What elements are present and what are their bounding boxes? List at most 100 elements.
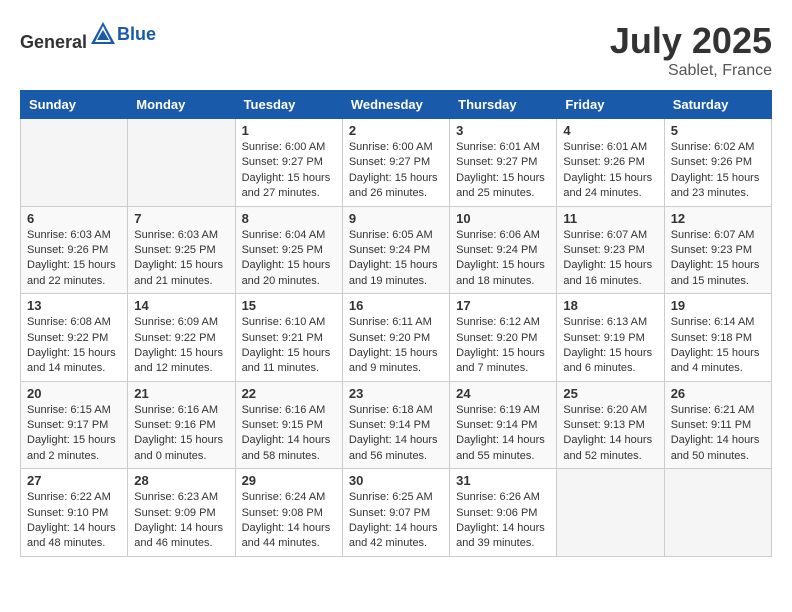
day-info: Sunrise: 6:23 AM Sunset: 9:09 PM Dayligh… bbox=[134, 490, 228, 552]
day-number: 12 bbox=[671, 211, 765, 226]
day-number: 18 bbox=[563, 298, 657, 313]
day-info: Sunrise: 6:24 AM Sunset: 9:08 PM Dayligh… bbox=[242, 490, 336, 552]
day-number: 16 bbox=[349, 298, 443, 313]
day-number: 26 bbox=[671, 386, 765, 401]
logo-general: General bbox=[20, 32, 87, 52]
day-number: 19 bbox=[671, 298, 765, 313]
day-info: Sunrise: 6:12 AM Sunset: 9:20 PM Dayligh… bbox=[456, 315, 550, 377]
weekday-thursday: Thursday bbox=[450, 91, 557, 119]
day-info: Sunrise: 6:15 AM Sunset: 9:17 PM Dayligh… bbox=[27, 403, 121, 465]
day-info: Sunrise: 6:20 AM Sunset: 9:13 PM Dayligh… bbox=[563, 403, 657, 465]
day-number: 7 bbox=[134, 211, 228, 226]
day-number: 1 bbox=[242, 123, 336, 138]
day-info: Sunrise: 6:16 AM Sunset: 9:15 PM Dayligh… bbox=[242, 403, 336, 465]
day-info: Sunrise: 6:07 AM Sunset: 9:23 PM Dayligh… bbox=[671, 228, 765, 290]
calendar-cell: 31 Sunrise: 6:26 AM Sunset: 9:06 PM Dayli… bbox=[450, 469, 557, 557]
week-row-4: 20 Sunrise: 6:15 AM Sunset: 9:17 PM Dayli… bbox=[21, 381, 772, 469]
day-info: Sunrise: 6:01 AM Sunset: 9:27 PM Dayligh… bbox=[456, 140, 550, 202]
logo-icon bbox=[89, 20, 117, 48]
calendar-cell: 4 Sunrise: 6:01 AM Sunset: 9:26 PM Daylig… bbox=[557, 119, 664, 207]
day-number: 10 bbox=[456, 211, 550, 226]
calendar-cell: 21Sunrise: 6:16 AM Sunset: 9:16 PM Dayli… bbox=[128, 381, 235, 469]
day-number: 14 bbox=[134, 298, 228, 313]
calendar-table: SundayMondayTuesdayWednesdayThursdayFrid… bbox=[20, 90, 772, 557]
calendar-cell: 25 Sunrise: 6:20 AM Sunset: 9:13 PM Dayli… bbox=[557, 381, 664, 469]
day-number: 8 bbox=[242, 211, 336, 226]
day-info: Sunrise: 6:10 AM Sunset: 9:21 PM Dayligh… bbox=[242, 315, 336, 377]
logo-general-text: General bbox=[20, 20, 117, 53]
day-number: 11 bbox=[563, 211, 657, 226]
week-row-2: 6 Sunrise: 6:03 AM Sunset: 9:26 PM Daylig… bbox=[21, 206, 772, 294]
calendar-cell bbox=[21, 119, 128, 207]
calendar-cell: 24Sunrise: 6:19 AM Sunset: 9:14 PM Dayli… bbox=[450, 381, 557, 469]
day-number: 25 bbox=[563, 386, 657, 401]
day-info: Sunrise: 6:03 AM Sunset: 9:25 PM Dayligh… bbox=[134, 228, 228, 290]
calendar-cell: 23Sunrise: 6:18 AM Sunset: 9:14 PM Dayli… bbox=[342, 381, 449, 469]
logo-blue: Blue bbox=[117, 24, 156, 45]
day-info: Sunrise: 6:26 AM Sunset: 9:06 PM Dayligh… bbox=[456, 490, 550, 552]
calendar-cell: 12 Sunrise: 6:07 AM Sunset: 9:23 PM Dayli… bbox=[664, 206, 771, 294]
weekday-friday: Friday bbox=[557, 91, 664, 119]
day-number: 2 bbox=[349, 123, 443, 138]
day-info: Sunrise: 6:09 AM Sunset: 9:22 PM Dayligh… bbox=[134, 315, 228, 377]
day-info: Sunrise: 6:06 AM Sunset: 9:24 PM Dayligh… bbox=[456, 228, 550, 290]
day-number: 5 bbox=[671, 123, 765, 138]
day-number: 29 bbox=[242, 473, 336, 488]
day-number: 15 bbox=[242, 298, 336, 313]
day-info: Sunrise: 6:00 AM Sunset: 9:27 PM Dayligh… bbox=[242, 140, 336, 202]
calendar-cell: 2Sunrise: 6:00 AM Sunset: 9:27 PM Daylig… bbox=[342, 119, 449, 207]
calendar-cell: 29 Sunrise: 6:24 AM Sunset: 9:08 PM Dayli… bbox=[235, 469, 342, 557]
calendar-cell: 20 Sunrise: 6:15 AM Sunset: 9:17 PM Dayli… bbox=[21, 381, 128, 469]
calendar-cell: 17 Sunrise: 6:12 AM Sunset: 9:20 PM Dayli… bbox=[450, 294, 557, 382]
day-info: Sunrise: 6:01 AM Sunset: 9:26 PM Dayligh… bbox=[563, 140, 657, 202]
day-info: Sunrise: 6:03 AM Sunset: 9:26 PM Dayligh… bbox=[27, 228, 121, 290]
day-info: Sunrise: 6:07 AM Sunset: 9:23 PM Dayligh… bbox=[563, 228, 657, 290]
weekday-sunday: Sunday bbox=[21, 91, 128, 119]
calendar-cell bbox=[664, 469, 771, 557]
calendar-cell: 27Sunrise: 6:22 AM Sunset: 9:10 PM Dayli… bbox=[21, 469, 128, 557]
day-info: Sunrise: 6:02 AM Sunset: 9:26 PM Dayligh… bbox=[671, 140, 765, 202]
calendar-cell: 8 Sunrise: 6:04 AM Sunset: 9:25 PM Daylig… bbox=[235, 206, 342, 294]
calendar-cell: 15 Sunrise: 6:10 AM Sunset: 9:21 PM Dayli… bbox=[235, 294, 342, 382]
day-number: 3 bbox=[456, 123, 550, 138]
day-number: 6 bbox=[27, 211, 121, 226]
day-info: Sunrise: 6:19 AM Sunset: 9:14 PM Dayligh… bbox=[456, 403, 550, 465]
day-info: Sunrise: 6:25 AM Sunset: 9:07 PM Dayligh… bbox=[349, 490, 443, 552]
day-number: 9 bbox=[349, 211, 443, 226]
calendar-cell: 16Sunrise: 6:11 AM Sunset: 9:20 PM Dayli… bbox=[342, 294, 449, 382]
calendar-cell: 30 Sunrise: 6:25 AM Sunset: 9:07 PM Dayli… bbox=[342, 469, 449, 557]
weekday-wednesday: Wednesday bbox=[342, 91, 449, 119]
calendar-cell bbox=[557, 469, 664, 557]
location: Sablet, France bbox=[610, 62, 772, 80]
day-number: 30 bbox=[349, 473, 443, 488]
calendar-cell: 18Sunrise: 6:13 AM Sunset: 9:19 PM Dayli… bbox=[557, 294, 664, 382]
day-number: 22 bbox=[242, 386, 336, 401]
title-block: July 2025 Sablet, France bbox=[610, 20, 772, 80]
day-number: 20 bbox=[27, 386, 121, 401]
month-year: July 2025 bbox=[610, 20, 772, 62]
calendar-cell: 3 Sunrise: 6:01 AM Sunset: 9:27 PM Daylig… bbox=[450, 119, 557, 207]
weekday-tuesday: Tuesday bbox=[235, 91, 342, 119]
week-row-3: 13 Sunrise: 6:08 AM Sunset: 9:22 PM Dayli… bbox=[21, 294, 772, 382]
day-number: 17 bbox=[456, 298, 550, 313]
day-number: 31 bbox=[456, 473, 550, 488]
calendar-cell: 10 Sunrise: 6:06 AM Sunset: 9:24 PM Dayli… bbox=[450, 206, 557, 294]
weekday-saturday: Saturday bbox=[664, 91, 771, 119]
day-number: 28 bbox=[134, 473, 228, 488]
calendar-cell: 28 Sunrise: 6:23 AM Sunset: 9:09 PM Dayli… bbox=[128, 469, 235, 557]
day-info: Sunrise: 6:04 AM Sunset: 9:25 PM Dayligh… bbox=[242, 228, 336, 290]
week-row-1: 1 Sunrise: 6:00 AM Sunset: 9:27 PM Daylig… bbox=[21, 119, 772, 207]
calendar-cell: 1 Sunrise: 6:00 AM Sunset: 9:27 PM Daylig… bbox=[235, 119, 342, 207]
calendar-cell: 22 Sunrise: 6:16 AM Sunset: 9:15 PM Dayli… bbox=[235, 381, 342, 469]
calendar-cell: 11 Sunrise: 6:07 AM Sunset: 9:23 PM Dayli… bbox=[557, 206, 664, 294]
week-row-5: 27Sunrise: 6:22 AM Sunset: 9:10 PM Dayli… bbox=[21, 469, 772, 557]
day-info: Sunrise: 6:21 AM Sunset: 9:11 PM Dayligh… bbox=[671, 403, 765, 465]
page-header: General Blue July 2025 Sablet, France bbox=[20, 20, 772, 80]
day-number: 13 bbox=[27, 298, 121, 313]
day-number: 4 bbox=[563, 123, 657, 138]
day-info: Sunrise: 6:14 AM Sunset: 9:18 PM Dayligh… bbox=[671, 315, 765, 377]
calendar-cell: 26 Sunrise: 6:21 AM Sunset: 9:11 PM Dayli… bbox=[664, 381, 771, 469]
day-info: Sunrise: 6:05 AM Sunset: 9:24 PM Dayligh… bbox=[349, 228, 443, 290]
day-info: Sunrise: 6:08 AM Sunset: 9:22 PM Dayligh… bbox=[27, 315, 121, 377]
day-info: Sunrise: 6:16 AM Sunset: 9:16 PM Dayligh… bbox=[134, 403, 228, 465]
